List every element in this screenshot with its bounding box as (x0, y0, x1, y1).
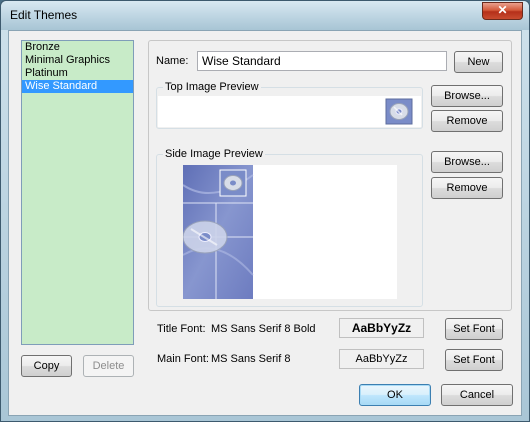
close-icon: ✕ (497, 3, 508, 17)
close-button[interactable]: ✕ (482, 2, 523, 20)
edit-themes-window: Edit Themes ✕ Bronze Minimal Graphics Pl… (0, 0, 530, 422)
side-image-thumbnail (182, 165, 254, 299)
new-button[interactable]: New (454, 51, 503, 73)
name-label: Name: (156, 55, 189, 67)
copy-button[interactable]: Copy (21, 355, 72, 377)
top-image-preview (158, 96, 421, 127)
ok-button[interactable]: OK (359, 384, 431, 406)
delete-button[interactable]: Delete (83, 355, 134, 377)
title-font-label: Title Font: (157, 323, 206, 335)
side-image-preview-legend: Side Image Preview (163, 148, 265, 160)
title-bar[interactable]: Edit Themes ✕ (1, 1, 529, 30)
main-set-font-button[interactable]: Set Font (445, 349, 503, 371)
title-font-value: MS Sans Serif 8 Bold (211, 323, 316, 335)
top-image-preview-group: Top Image Preview (156, 81, 423, 129)
theme-list-item-selected[interactable]: Wise Standard (22, 80, 133, 93)
title-font-sample: AaBbYyZz (339, 318, 424, 338)
top-image-preview-legend: Top Image Preview (163, 81, 261, 93)
cd-disc-icon (182, 220, 228, 254)
main-font-sample: AaBbYyZz (339, 349, 424, 369)
top-image-remove-button[interactable]: Remove (431, 110, 503, 132)
theme-list-item[interactable]: Bronze (22, 41, 133, 54)
theme-name-input[interactable] (197, 51, 447, 71)
main-font-value: MS Sans Serif 8 (211, 353, 291, 365)
window-title: Edit Themes (10, 8, 78, 22)
title-set-font-button[interactable]: Set Font (445, 318, 503, 340)
dialog-client-area: Bronze Minimal Graphics Platinum Wise St… (8, 30, 522, 416)
side-image-preview-group: Side Image Preview (156, 148, 423, 307)
theme-list[interactable]: Bronze Minimal Graphics Platinum Wise St… (21, 40, 134, 345)
main-font-label: Main Font: (157, 353, 209, 365)
top-image-thumbnail (385, 98, 413, 125)
theme-list-item[interactable]: Minimal Graphics (22, 54, 133, 67)
theme-list-item[interactable]: Platinum (22, 67, 133, 80)
cancel-button[interactable]: Cancel (441, 384, 513, 406)
cd-disc-icon (223, 175, 243, 191)
top-image-browse-button[interactable]: Browse... (431, 85, 503, 107)
side-image-browse-button[interactable]: Browse... (431, 151, 503, 173)
cd-disc-icon (389, 103, 409, 120)
side-image-remove-button[interactable]: Remove (431, 177, 503, 199)
side-image-preview (182, 165, 397, 299)
